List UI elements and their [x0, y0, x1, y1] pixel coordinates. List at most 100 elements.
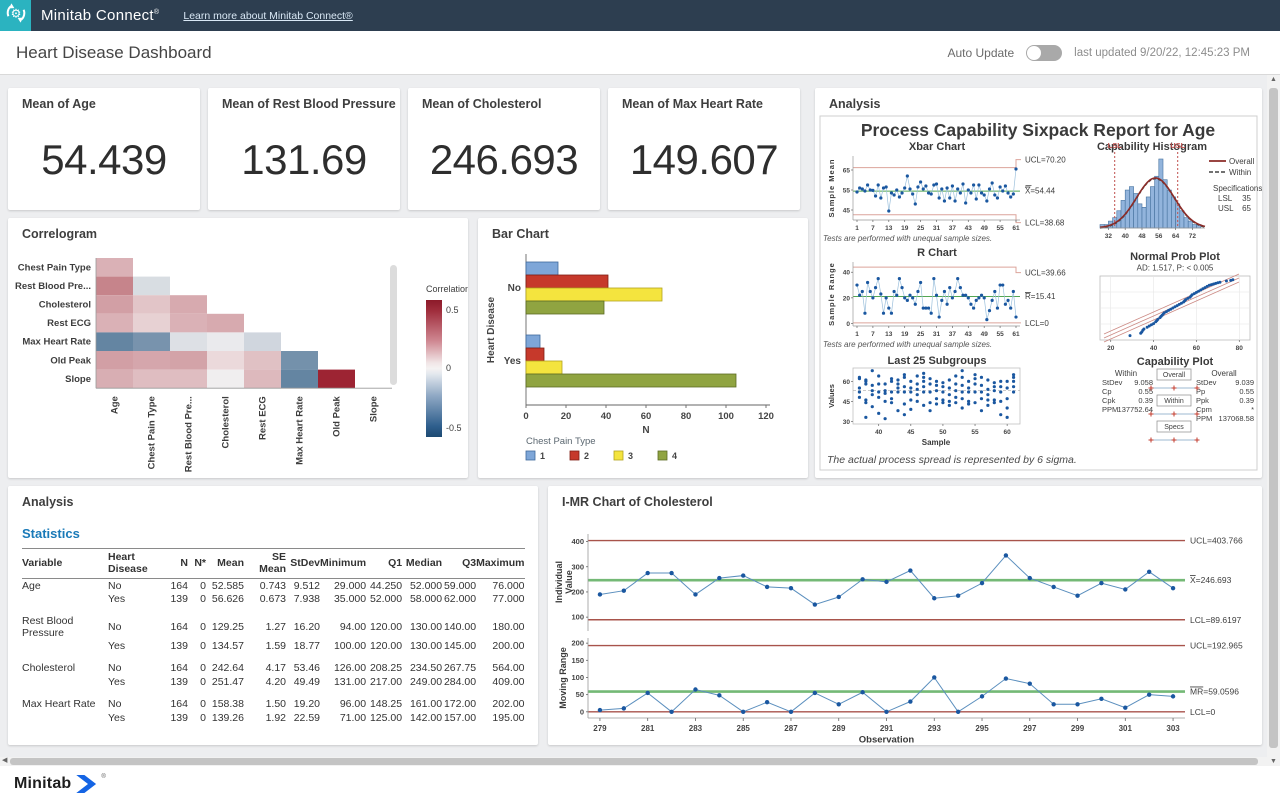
svg-text:0.39: 0.39: [1138, 396, 1153, 405]
svg-text:Rest ECG: Rest ECG: [47, 318, 91, 329]
svg-text:0.5: 0.5: [446, 305, 459, 315]
svg-text:LCL=0: LCL=0: [1025, 319, 1049, 328]
svg-text:301: 301: [1119, 724, 1133, 733]
kpi-value: 131.69: [208, 122, 400, 198]
scroll-down-arrow-icon[interactable]: ▼: [1270, 758, 1277, 765]
table-spacer-row: [22, 606, 525, 615]
vertical-scroll-thumb[interactable]: [1269, 88, 1278, 748]
svg-text:9.039: 9.039: [1235, 378, 1254, 387]
bar-chart-svg: 020406080100120NNoYesHeart DiseaseChest …: [478, 218, 808, 478]
svg-text:0.55: 0.55: [1239, 387, 1254, 396]
table-row: Rest Blood PressureNo1640129.251.2716.20…: [22, 615, 525, 639]
svg-text:4: 4: [672, 451, 677, 461]
svg-text:-0.5: -0.5: [446, 423, 462, 433]
svg-text:Cholesterol: Cholesterol: [221, 396, 232, 448]
svg-text:9.058: 9.058: [1134, 378, 1153, 387]
svg-text:Rest Blood Pre...: Rest Blood Pre...: [15, 281, 91, 292]
svg-text:LCL=0: LCL=0: [1190, 707, 1216, 717]
scroll-up-arrow-icon[interactable]: ▲: [1270, 76, 1277, 83]
svg-text:137068.58: 137068.58: [1219, 414, 1254, 423]
svg-text:31: 31: [933, 331, 941, 338]
svg-text:Xbar Chart: Xbar Chart: [909, 141, 966, 153]
sync-gear-icon: ⚙: [4, 1, 28, 30]
kpi-card-rest-bp: Mean of Rest Blood Pressure 131.69: [208, 88, 400, 210]
svg-text:StDev: StDev: [1102, 378, 1123, 387]
table-row: Yes1390251.474.2049.49131.00217.00249.00…: [22, 675, 525, 689]
svg-text:StDev: StDev: [1196, 378, 1217, 387]
column-header: StDev: [286, 549, 320, 579]
svg-text:289: 289: [832, 724, 846, 733]
table-spacer-row: [22, 689, 525, 698]
column-header: N: [164, 549, 188, 579]
svg-text:287: 287: [784, 724, 798, 733]
svg-text:303: 303: [1166, 724, 1180, 733]
panel-title: Bar Chart: [492, 227, 549, 241]
kpi-value: 149.607: [608, 122, 800, 198]
svg-text:65: 65: [1242, 204, 1251, 213]
svg-text:37: 37: [949, 331, 957, 338]
svg-text:40: 40: [601, 411, 612, 422]
svg-text:UCL=39.66: UCL=39.66: [1025, 269, 1066, 278]
svg-text:65: 65: [843, 168, 851, 175]
horizontal-scroll-thumb[interactable]: [10, 758, 1258, 765]
svg-text:19: 19: [901, 331, 909, 338]
svg-text:LCL=38.68: LCL=38.68: [1025, 219, 1065, 228]
svg-text:AD: 1.517, P: < 0.005: AD: 1.517, P: < 0.005: [1137, 264, 1214, 273]
table-header-row: VariableHeart DiseaseNN*MeanSE MeanStDev…: [22, 549, 525, 579]
svg-text:Correlation: Correlation: [426, 284, 468, 294]
column-header: Mean: [206, 549, 244, 579]
svg-text:Cpm: Cpm: [1196, 405, 1212, 414]
svg-text:R=15.41: R=15.41: [1025, 292, 1056, 301]
svg-text:No: No: [508, 283, 521, 294]
svg-text:UCL=192.965: UCL=192.965: [1190, 641, 1243, 651]
top-app-bar: ⚙ Minitab Connect® Learn more about Mini…: [0, 0, 1280, 31]
svg-text:Slope: Slope: [369, 396, 380, 422]
auto-update-toggle[interactable]: [1026, 45, 1062, 61]
svg-text:120: 120: [758, 411, 774, 422]
svg-text:61: 61: [1012, 225, 1020, 232]
svg-text:0: 0: [580, 707, 584, 716]
svg-text:Cpk: Cpk: [1102, 396, 1116, 405]
column-header: Q1: [366, 549, 402, 579]
svg-text:48: 48: [1138, 233, 1146, 240]
svg-text:297: 297: [1023, 724, 1037, 733]
svg-text:35: 35: [1242, 194, 1251, 203]
learn-more-link[interactable]: Learn more about Minitab Connect®: [183, 10, 352, 22]
kpi-title: Mean of Rest Blood Pressure: [222, 97, 396, 111]
kpi-card-cholesterol: Mean of Cholesterol 246.693: [408, 88, 600, 210]
svg-text:56: 56: [1155, 233, 1163, 240]
dashboard-header: Heart Disease Dashboard Auto Update last…: [0, 31, 1280, 75]
scroll-left-arrow-icon[interactable]: ◀: [2, 756, 7, 764]
svg-text:Sample Range: Sample Range: [827, 262, 836, 326]
table-row: Yes139056.6260.6737.93835.00052.00058.00…: [22, 593, 525, 607]
svg-text:R Chart: R Chart: [917, 247, 957, 259]
vertical-scrollbar[interactable]: ▲ ▼: [1267, 75, 1280, 766]
last-updated-text: last updated 9/20/22, 12:45:23 PM: [1074, 47, 1250, 59]
svg-text:Cholesterol: Cholesterol: [39, 300, 91, 311]
svg-text:Capability Plot: Capability Plot: [1137, 356, 1214, 368]
svg-text:Yes: Yes: [504, 356, 522, 367]
svg-text:PPM: PPM: [1196, 414, 1212, 423]
svg-text:64: 64: [1172, 233, 1180, 240]
column-header: Heart Disease: [108, 549, 164, 579]
svg-text:400: 400: [571, 537, 584, 546]
svg-text:UCL=403.766: UCL=403.766: [1190, 536, 1243, 546]
svg-text:2: 2: [584, 451, 589, 461]
svg-text:45: 45: [843, 208, 851, 215]
svg-text:UCL=70.20: UCL=70.20: [1025, 156, 1066, 165]
horizontal-scrollbar[interactable]: ◀ ▶: [0, 757, 1280, 766]
svg-text:7: 7: [871, 331, 875, 338]
svg-text:281: 281: [641, 724, 655, 733]
statistics-heading: Statistics: [22, 526, 80, 541]
svg-text:43: 43: [965, 331, 973, 338]
svg-text:279: 279: [593, 724, 607, 733]
minitab-connect-logo[interactable]: ⚙: [0, 0, 31, 31]
table-row: Max Heart RateNo1640158.381.5019.2096.00…: [22, 698, 525, 712]
svg-text:100: 100: [718, 411, 734, 422]
svg-text:293: 293: [928, 724, 942, 733]
svg-text:MR=59.0596: MR=59.0596: [1190, 687, 1239, 697]
svg-text:60: 60: [1004, 429, 1012, 436]
svg-text:25: 25: [917, 331, 925, 338]
svg-text:Last 25 Subgroups: Last 25 Subgroups: [887, 355, 986, 367]
svg-text:Process Capability Sixpack Rep: Process Capability Sixpack Report for Ag…: [861, 120, 1216, 140]
